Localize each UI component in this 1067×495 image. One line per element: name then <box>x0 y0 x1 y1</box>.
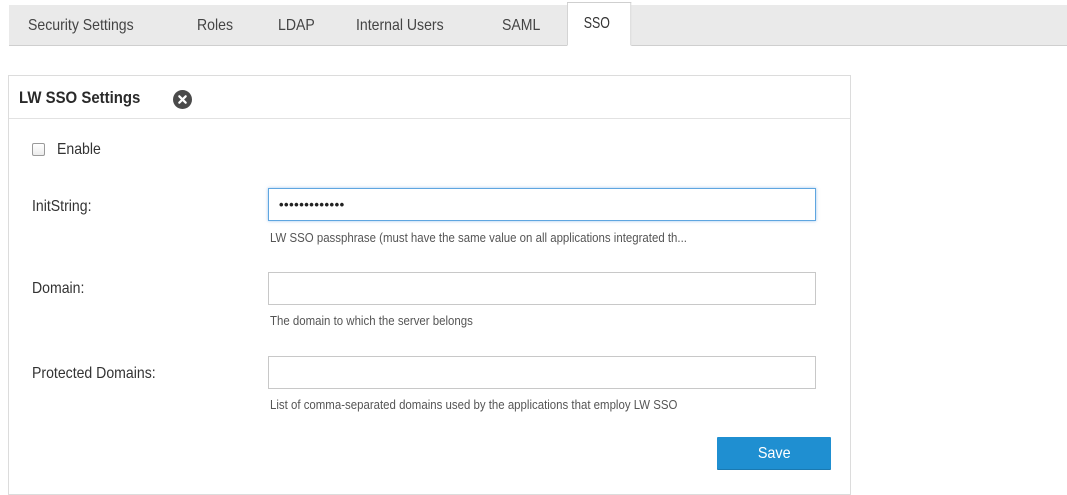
tab-sso[interactable]: SSO <box>567 2 632 46</box>
tab-bar: Security Settings Roles LDAP Internal Us… <box>9 2 1067 46</box>
tab-sso-label: SSO <box>583 15 610 32</box>
tab-security-settings[interactable]: Security Settings <box>28 5 134 46</box>
enable-checkbox[interactable] <box>32 143 45 156</box>
tab-roles[interactable]: Roles <box>197 5 233 46</box>
domain-input[interactable] <box>268 272 816 305</box>
protected-domains-hint: List of comma-separated domains used by … <box>270 397 678 412</box>
panel-header: LW SSO Settings <box>9 76 850 119</box>
tab-saml[interactable]: SAML <box>502 5 540 46</box>
enable-label: Enable <box>57 141 101 158</box>
close-icon[interactable] <box>173 90 192 109</box>
domain-label: Domain: <box>32 280 85 297</box>
initstring-value: ••••••••••••• <box>279 197 345 212</box>
initstring-hint: LW SSO passphrase (must have the same va… <box>270 230 687 245</box>
initstring-label: InitString: <box>32 198 92 215</box>
panel-title: LW SSO Settings <box>19 88 141 107</box>
tab-internal-users[interactable]: Internal Users <box>356 5 444 46</box>
protected-domains-label: Protected Domains: <box>32 365 156 382</box>
save-button[interactable]: Save <box>717 437 831 470</box>
protected-domains-input[interactable] <box>268 356 816 389</box>
domain-hint: The domain to which the server belongs <box>270 313 473 328</box>
tab-ldap[interactable]: LDAP <box>278 5 315 46</box>
save-button-label: Save <box>757 445 791 462</box>
initstring-input[interactable]: ••••••••••••• <box>268 188 816 221</box>
